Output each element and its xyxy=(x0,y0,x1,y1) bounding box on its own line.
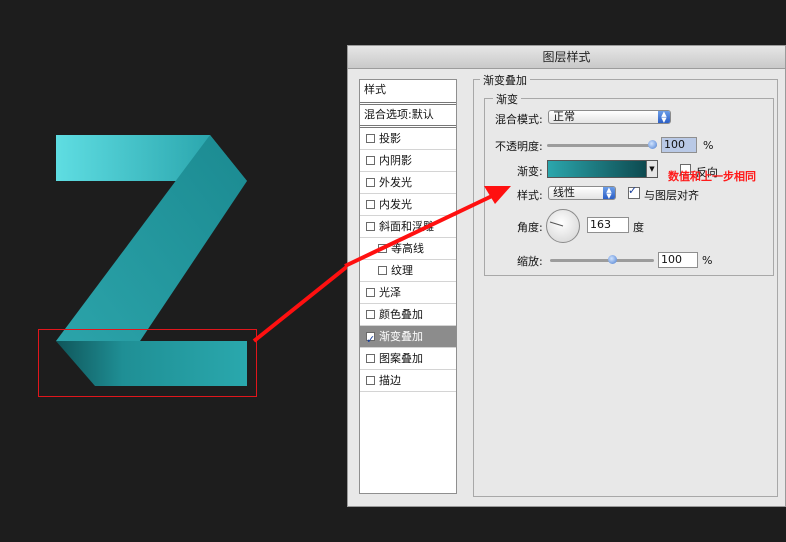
style-value: 线性 xyxy=(553,186,575,199)
style-item-label: 斜面和浮雕 xyxy=(379,220,434,233)
select-arrows-icon: ▲ ▼ xyxy=(658,111,670,124)
stage: 图层样式 样式 混合选项:默认 投影内阴影外发光内发光斜面和浮雕等高线纹理光泽颜… xyxy=(0,0,786,542)
style-item[interactable]: 投影 xyxy=(360,128,456,150)
style-item-checkbox[interactable] xyxy=(378,244,387,253)
style-item[interactable]: 描边 xyxy=(360,370,456,392)
angle-unit: 度 xyxy=(633,221,644,234)
opacity-slider[interactable] xyxy=(547,140,657,149)
align-with-layer-checkbox[interactable] xyxy=(628,184,640,199)
style-item-checkbox[interactable] xyxy=(366,156,375,165)
gradient-overlay-panel: 渐变叠加 渐变 混合模式: 正常 ▲ ▼ 不透明度: 100 % 渐变: ▼ 反… xyxy=(473,72,778,497)
style-item[interactable]: 图案叠加 xyxy=(360,348,456,370)
layer-style-dialog: 图层样式 样式 混合选项:默认 投影内阴影外发光内发光斜面和浮雕等高线纹理光泽颜… xyxy=(347,45,786,507)
gradient-group: 渐变 混合模式: 正常 ▲ ▼ 不透明度: 100 % 渐变: ▼ 反向 样式:… xyxy=(484,91,774,276)
style-item-checkbox[interactable] xyxy=(366,376,375,385)
opacity-unit: % xyxy=(703,139,714,152)
scale-label: 缩放: xyxy=(517,255,543,268)
angle-input[interactable]: 163 xyxy=(587,217,629,233)
style-item-label: 渐变叠加 xyxy=(379,330,423,343)
blend-mode-select[interactable]: 正常 ▲ ▼ xyxy=(548,110,671,124)
style-item[interactable]: 渐变叠加 xyxy=(360,326,456,350)
blend-options-item[interactable]: 混合选项:默认 xyxy=(360,105,456,128)
opacity-label: 不透明度: xyxy=(495,140,543,153)
style-item-label: 图案叠加 xyxy=(379,352,423,365)
style-item-label: 光泽 xyxy=(379,286,401,299)
style-label: 样式: xyxy=(517,189,543,202)
style-item-label: 颜色叠加 xyxy=(379,308,423,321)
angle-label: 角度: xyxy=(517,221,543,234)
style-item-checkbox[interactable] xyxy=(366,134,375,143)
style-item-label: 内发光 xyxy=(379,198,412,211)
select-arrows-icon: ▲ ▼ xyxy=(603,187,615,200)
gradient-group-title: 渐变 xyxy=(493,91,521,107)
style-item-label: 投影 xyxy=(379,132,401,145)
align-with-layer-label: 与图层对齐 xyxy=(644,189,699,202)
blend-mode-label: 混合模式: xyxy=(495,113,543,126)
style-item[interactable]: 光泽 xyxy=(360,282,456,304)
style-item[interactable]: 纹理 xyxy=(360,260,456,282)
style-item[interactable]: 斜面和浮雕 xyxy=(360,216,456,238)
scale-slider[interactable] xyxy=(550,255,654,264)
style-item-label: 描边 xyxy=(379,374,401,387)
style-item-label: 纹理 xyxy=(391,264,413,277)
style-item[interactable]: 内阴影 xyxy=(360,150,456,172)
style-item-checkbox[interactable] xyxy=(366,329,375,350)
annotation-note: 数值和上一步相同 xyxy=(668,170,756,183)
style-item-checkbox[interactable] xyxy=(366,178,375,187)
style-item-checkbox[interactable] xyxy=(366,200,375,209)
gradient-picker[interactable]: ▼ xyxy=(547,160,658,178)
scale-input[interactable]: 100 xyxy=(658,252,698,268)
style-item[interactable]: 颜色叠加 xyxy=(360,304,456,326)
style-item-label: 内阴影 xyxy=(379,154,412,167)
styles-header[interactable]: 样式 xyxy=(360,80,456,105)
style-items: 投影内阴影外发光内发光斜面和浮雕等高线纹理光泽颜色叠加渐变叠加图案叠加描边 xyxy=(360,128,456,392)
style-item-checkbox[interactable] xyxy=(366,354,375,363)
z-bottom-band xyxy=(56,341,247,386)
gradient-dropdown-icon[interactable]: ▼ xyxy=(646,161,657,177)
angle-dial[interactable] xyxy=(546,209,580,243)
style-item-checkbox[interactable] xyxy=(366,288,375,297)
z-letter-artwork xyxy=(38,135,350,397)
opacity-input[interactable]: 100 xyxy=(661,137,697,153)
style-select[interactable]: 线性 ▲ ▼ xyxy=(548,186,616,200)
style-item-label: 等高线 xyxy=(391,242,424,255)
angle-needle xyxy=(549,221,564,227)
style-item-checkbox[interactable] xyxy=(366,222,375,231)
blend-mode-value: 正常 xyxy=(553,110,575,123)
opacity-slider-knob[interactable] xyxy=(648,140,657,149)
dialog-title[interactable]: 图层样式 xyxy=(348,46,785,69)
style-item-checkbox[interactable] xyxy=(378,266,387,275)
style-item-checkbox[interactable] xyxy=(366,310,375,319)
scale-slider-knob[interactable] xyxy=(608,255,618,264)
style-item[interactable]: 外发光 xyxy=(360,172,456,194)
scale-unit: % xyxy=(702,254,713,267)
style-item-label: 外发光 xyxy=(379,176,412,189)
annotation-arrow-line xyxy=(252,263,350,343)
styles-list: 样式 混合选项:默认 投影内阴影外发光内发光斜面和浮雕等高线纹理光泽颜色叠加渐变… xyxy=(359,79,457,494)
gradient-label: 渐变: xyxy=(517,165,543,178)
gradient-overlay-title: 渐变叠加 xyxy=(480,72,530,88)
style-item[interactable]: 内发光 xyxy=(360,194,456,216)
style-item[interactable]: 等高线 xyxy=(360,238,456,260)
